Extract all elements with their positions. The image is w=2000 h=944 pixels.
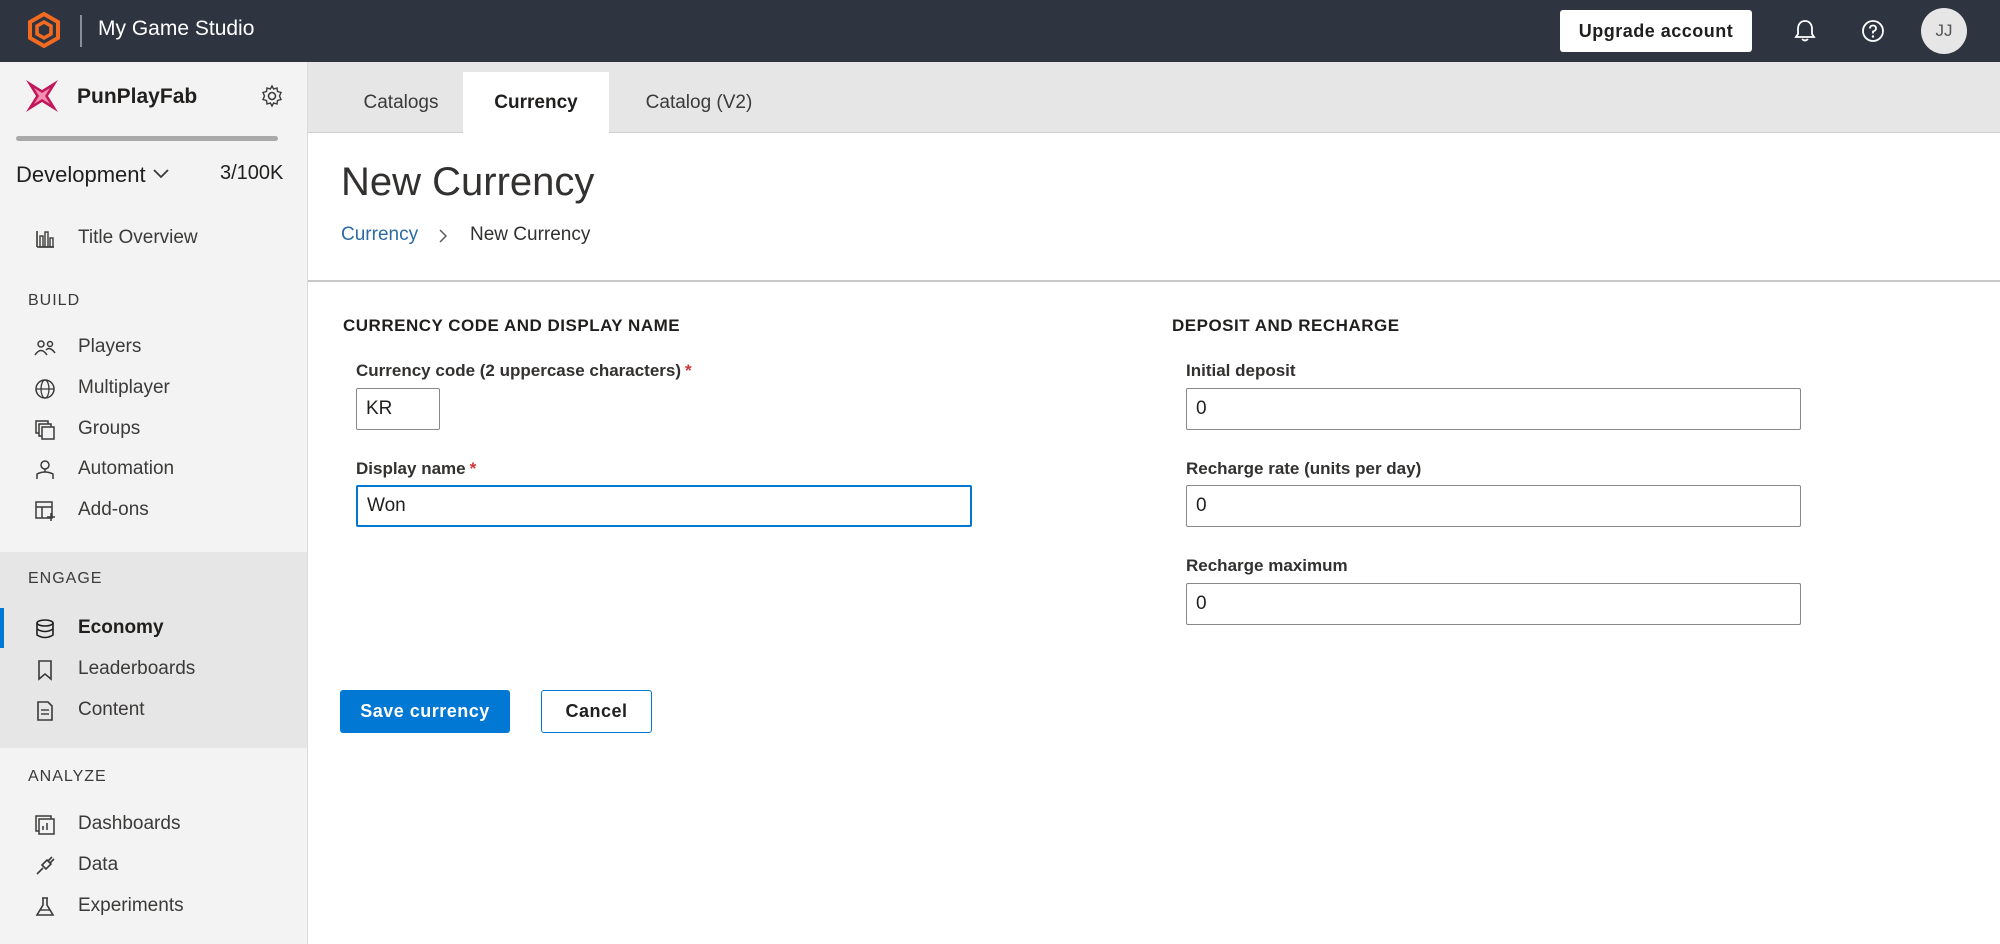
sidebar-item-groups[interactable]: Groups xyxy=(0,409,307,449)
addons-icon xyxy=(35,501,55,521)
player-count: 3/100K xyxy=(220,162,284,184)
tab-bar: Catalogs Currency Catalog (V2) xyxy=(308,62,2000,133)
people-icon xyxy=(34,340,56,356)
chevron-right-icon xyxy=(439,229,448,243)
globe-icon xyxy=(35,379,55,399)
dashboard-icon xyxy=(35,815,55,835)
sidebar-item-label: Experiments xyxy=(78,895,184,916)
upgrade-account-button[interactable]: Upgrade account xyxy=(1560,10,1752,52)
playfab-logo-icon[interactable] xyxy=(26,12,62,48)
document-icon xyxy=(37,701,53,721)
currency-code-input[interactable] xyxy=(356,388,440,430)
initial-deposit-input[interactable] xyxy=(1186,388,1801,430)
sidebar-item-label: Economy xyxy=(78,617,164,638)
tab-currency[interactable]: Currency xyxy=(463,72,609,133)
section-title-code: CURRENCY CODE AND DISPLAY NAME xyxy=(343,316,681,335)
sidebar-item-label: Data xyxy=(78,854,119,875)
section-build: BUILD xyxy=(28,292,81,309)
section-title-deposit: DEPOSIT AND RECHARGE xyxy=(1172,316,1400,335)
gear-icon[interactable] xyxy=(260,84,284,108)
top-bar: My Game Studio Upgrade account JJ xyxy=(0,0,2000,62)
title-brand-icon xyxy=(26,80,58,112)
tab-catalog-v2[interactable]: Catalog (V2) xyxy=(624,72,774,133)
plug-icon xyxy=(36,856,55,875)
sidebar-item-multiplayer[interactable]: Multiplayer xyxy=(0,368,307,408)
recharge-rate-input[interactable] xyxy=(1186,485,1801,527)
title-name[interactable]: PunPlayFab xyxy=(77,85,197,109)
initial-deposit-label: Initial deposit xyxy=(1186,361,1296,380)
display-name-label-text: Display name xyxy=(356,459,466,478)
robot-icon xyxy=(36,460,54,479)
sidebar-item-label: Add-ons xyxy=(78,499,149,520)
sidebar-item-experiments[interactable]: Experiments xyxy=(0,886,307,926)
sidebar-item-label: Content xyxy=(78,699,145,720)
sidebar-item-data[interactable]: Data xyxy=(0,845,307,885)
recharge-maximum-label: Recharge maximum xyxy=(1186,556,1348,575)
bell-icon[interactable] xyxy=(1792,18,1818,44)
bookmark-icon xyxy=(38,660,52,681)
cancel-button[interactable]: Cancel xyxy=(541,690,652,733)
sidebar-item-leaderboards[interactable]: Leaderboards xyxy=(0,649,307,689)
tab-catalogs[interactable]: Catalogs xyxy=(338,72,464,133)
page-title: New Currency xyxy=(341,160,595,204)
sidebar-item-dashboards[interactable]: Dashboards xyxy=(0,804,307,844)
section-engage: ENGAGE xyxy=(28,570,103,587)
required-marker: * xyxy=(685,361,692,380)
sidebar-item-players[interactable]: Players xyxy=(0,327,307,367)
currency-code-label: Currency code (2 uppercase characters) * xyxy=(356,361,692,381)
currency-code-label-text: Currency code (2 uppercase characters) xyxy=(356,361,682,380)
sidebar-item-label: Title Overview xyxy=(78,227,198,248)
sidebar-item-label: Leaderboards xyxy=(78,658,196,679)
header-divider xyxy=(308,280,2000,282)
sidebar-item-label: Players xyxy=(78,336,142,357)
avatar[interactable]: JJ xyxy=(1921,8,1967,54)
breadcrumb-current: New Currency xyxy=(470,224,591,245)
sidebar-item-label: Automation xyxy=(78,458,175,479)
help-icon[interactable] xyxy=(1860,18,1886,44)
sidebar-item-title-overview[interactable]: Title Overview xyxy=(0,218,307,258)
display-name-input[interactable] xyxy=(356,485,972,527)
chevron-down-icon[interactable] xyxy=(151,164,171,184)
display-name-label: Display name * xyxy=(356,459,476,479)
required-marker: * xyxy=(469,459,477,478)
recharge-rate-label: Recharge rate (units per day) xyxy=(1186,459,1422,478)
section-analyze: ANALYZE xyxy=(28,768,107,785)
sidebar-item-label: Groups xyxy=(78,418,141,439)
breadcrumb-currency-link[interactable]: Currency xyxy=(341,224,418,246)
header-divider xyxy=(80,15,82,47)
sidebar-item-label: Dashboards xyxy=(78,813,181,834)
flask-icon xyxy=(35,897,55,916)
environment-selector[interactable]: Development xyxy=(16,162,146,188)
groups-icon xyxy=(35,420,55,440)
bar-chart-icon xyxy=(36,231,54,248)
sidebar-item-economy[interactable]: Economy xyxy=(0,608,307,648)
sidebar-item-automation[interactable]: Automation xyxy=(0,449,307,489)
recharge-maximum-input[interactable] xyxy=(1186,583,1801,625)
sidebar: PunPlayFab Development 3/100K Title Over… xyxy=(0,62,308,944)
sidebar-item-label: Multiplayer xyxy=(78,377,170,398)
sidebar-item-add-ons[interactable]: Add-ons xyxy=(0,490,307,530)
player-usage-bar xyxy=(16,136,278,141)
studio-name[interactable]: My Game Studio xyxy=(98,17,254,41)
sidebar-item-content[interactable]: Content xyxy=(0,690,307,730)
save-currency-button[interactable]: Save currency xyxy=(340,690,510,733)
database-icon xyxy=(36,619,54,639)
